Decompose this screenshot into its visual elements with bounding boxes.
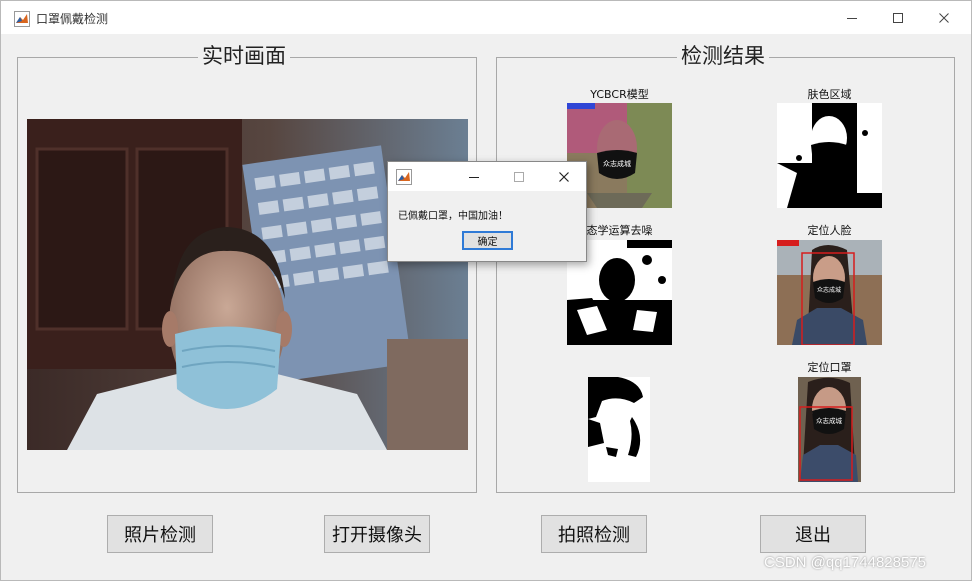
exit-button[interactable]: 退出: [760, 515, 866, 553]
dialog-ok-button[interactable]: 确定: [462, 231, 513, 250]
ycbcr-label: YCBCR模型: [590, 88, 649, 101]
title-bar: 口罩佩戴检测: [1, 1, 971, 34]
dialog-minimize-button[interactable]: [454, 162, 494, 191]
message-dialog: 已佩戴口罩，中国加油！ 确定: [387, 161, 587, 262]
close-button[interactable]: [921, 1, 967, 34]
maximize-button[interactable]: [875, 1, 921, 34]
minimize-button[interactable]: [829, 1, 875, 34]
mask-text: 众志成城: [817, 286, 841, 294]
photo-detect-button[interactable]: 照片检测: [107, 515, 213, 553]
matlab-icon: [396, 169, 412, 185]
locate-face-label: 定位人脸: [807, 224, 852, 237]
open-camera-button[interactable]: 打开摄像头: [324, 515, 430, 553]
minimize-icon: [847, 17, 857, 19]
locate-face-image: 众志成城: [777, 240, 882, 345]
mask-text: 众志成城: [603, 159, 631, 168]
live-panel-title: 实时画面: [198, 43, 290, 69]
close-icon: [939, 12, 949, 23]
skin-region-image: [777, 103, 882, 208]
close-icon: [559, 171, 569, 182]
dialog-maximize-button[interactable]: [499, 162, 539, 191]
dialog-message: 已佩戴口罩，中国加油！: [398, 211, 508, 222]
mask-text: 众志成城: [816, 416, 843, 425]
window-title: 口罩佩戴检测: [36, 12, 109, 26]
app-window: 口罩佩戴检测 实时画面 检测结果 YCBCR模型 肤色区域 态学运算去噪 定位人…: [0, 0, 972, 581]
skin-region-label: 肤色区域: [807, 88, 852, 101]
locate-mask-image: 众志成城: [798, 377, 861, 482]
result-panel-title: 检测结果: [677, 43, 769, 69]
minimize-icon: [469, 176, 479, 178]
locate-mask-label: 定位口罩: [807, 361, 852, 374]
snapshot-detect-button[interactable]: 拍照检测: [541, 515, 647, 553]
mask-shape-image: [588, 377, 650, 482]
matlab-icon: [14, 11, 30, 27]
watermark: CSDN @qq1744828575: [764, 554, 927, 571]
dialog-title-bar: [388, 162, 586, 191]
maximize-icon: [893, 12, 903, 23]
maximize-icon: [514, 171, 524, 182]
result-panel: 检测结果: [496, 43, 955, 493]
dialog-close-button[interactable]: [544, 162, 584, 191]
